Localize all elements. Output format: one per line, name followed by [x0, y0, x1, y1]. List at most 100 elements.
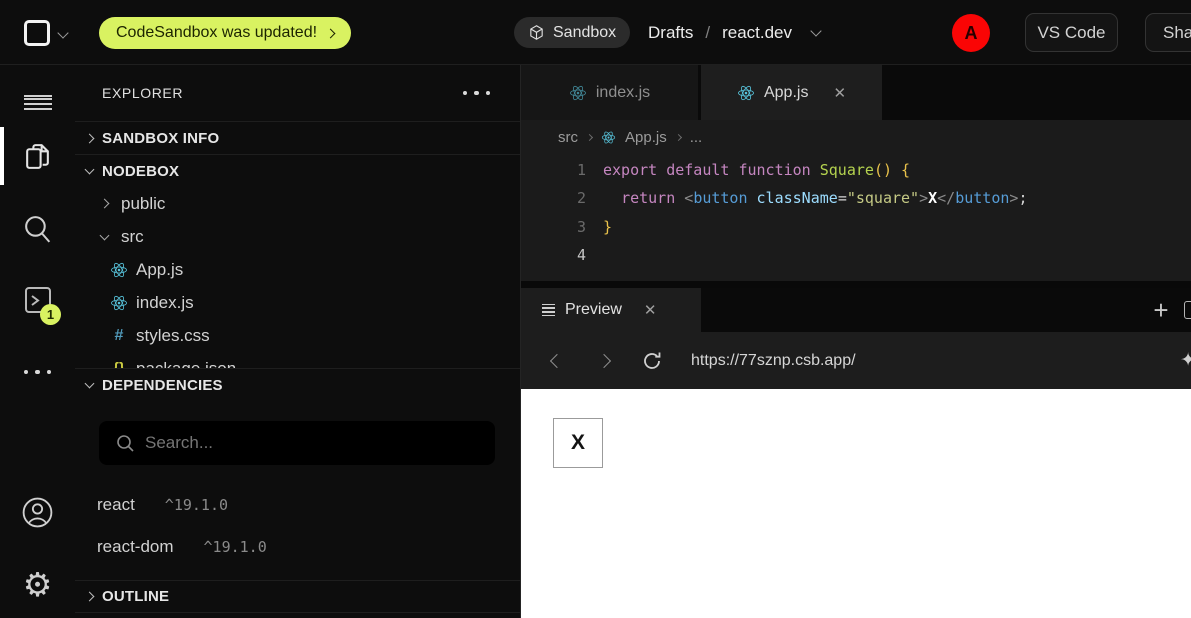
preview-tab[interactable]: Preview ✕ [521, 288, 701, 332]
editor-column: index.js App.js ✕ src App.js ... 1234 ex… [520, 65, 1191, 618]
dependency-search [99, 421, 495, 465]
tree-folder-public[interactable]: public [75, 187, 520, 220]
breadcrumb-file[interactable]: App.js [625, 129, 667, 146]
tree-file-styles-css[interactable]: # styles.css [75, 319, 520, 352]
url-text: https://77sznp.csb.app/ [691, 352, 856, 370]
forward-button[interactable] [589, 332, 619, 389]
account-button[interactable] [0, 488, 75, 536]
activity-bar: 1 ⚙ [0, 65, 75, 618]
section-label: OUTLINE [102, 588, 169, 605]
share-button-label: Sha [1163, 23, 1191, 43]
breadcrumb-folder[interactable]: src [558, 129, 578, 146]
url-field[interactable]: https://77sznp.csb.app/ [691, 332, 856, 389]
update-banner-label: CodeSandbox was updated! [116, 24, 317, 42]
section-label: NODEBOX [102, 163, 179, 180]
chevron-right-icon [326, 29, 336, 39]
file-label: styles.css [136, 326, 210, 346]
chevron-right-icon [597, 353, 611, 367]
code-editor[interactable]: 1234 export default function Square() { … [521, 155, 1191, 281]
preview-square-button[interactable]: X [553, 418, 603, 468]
react-icon [569, 84, 587, 102]
chevron-right-icon [85, 592, 95, 602]
breadcrumb-separator: / [701, 23, 714, 43]
react-icon [601, 130, 616, 145]
ellipsis-icon [24, 370, 52, 375]
breadcrumb: src App.js ... [521, 120, 1191, 155]
preview-content: X [521, 389, 1191, 618]
vs-code-button-label: VS Code [1037, 23, 1105, 43]
hamburger-icon [24, 95, 52, 97]
codesandbox-logo[interactable] [24, 20, 50, 46]
chevron-right-icon [586, 134, 593, 141]
terminal-count-badge: 1 [40, 304, 61, 325]
tree-file-index-js[interactable]: index.js [75, 286, 520, 319]
json-icon: {} [110, 360, 128, 368]
sparkle-icon[interactable]: ✦ [1180, 349, 1191, 372]
panel-divider[interactable] [521, 281, 1191, 288]
section-dependencies[interactable]: DEPENDENCIES [75, 368, 520, 401]
explorer-header: EXPLORER [75, 65, 520, 121]
update-banner[interactable]: CodeSandbox was updated! [99, 17, 351, 49]
section-nodebox[interactable]: NODEBOX [75, 154, 520, 187]
chevron-right-icon [85, 133, 95, 143]
project-folder: Drafts [648, 23, 693, 43]
search-icon [115, 433, 135, 453]
explorer-view-button[interactable] [0, 132, 75, 180]
tab-app-js[interactable]: App.js ✕ [701, 65, 882, 120]
explorer-more-button[interactable] [463, 91, 491, 96]
sandbox-badge-label: Sandbox [553, 24, 616, 42]
react-icon [110, 261, 128, 279]
project-breadcrumb[interactable]: Drafts / react.dev [648, 0, 820, 65]
preview-tab-label: Preview [565, 301, 622, 319]
menu-button[interactable] [0, 72, 75, 120]
tab-label: index.js [596, 84, 650, 102]
chevron-right-icon [675, 134, 682, 141]
package-row-react-dom[interactable]: react-dom ^19.1.0 [97, 531, 267, 563]
tree-file-package-json[interactable]: {} package.json [75, 352, 520, 368]
account-icon [20, 495, 55, 530]
code-lines: export default function Square() { retur… [603, 155, 1027, 281]
avatar-initial: A [965, 23, 978, 44]
chevron-left-icon [550, 353, 564, 367]
logo-menu-chevron-icon[interactable] [57, 27, 68, 38]
chevron-down-icon [85, 165, 95, 175]
refresh-button[interactable] [637, 332, 667, 389]
react-icon [110, 294, 128, 312]
search-icon [21, 213, 54, 246]
avatar[interactable]: A [952, 14, 990, 52]
code-gutter: 1234 [521, 155, 586, 281]
search-view-button[interactable] [0, 205, 75, 253]
share-button[interactable]: Sha [1145, 13, 1191, 52]
breadcrumb-symbol[interactable]: ... [690, 129, 703, 146]
terminal-view-button[interactable] [0, 276, 75, 324]
package-version: ^19.1.0 [165, 496, 228, 514]
section-outline[interactable]: OUTLINE [75, 580, 520, 613]
explorer-title: EXPLORER [102, 85, 183, 101]
tab-index-js[interactable]: index.js [521, 65, 698, 120]
package-name: react [97, 495, 135, 515]
settings-button[interactable]: ⚙ [0, 560, 75, 608]
top-bar: CodeSandbox was updated! Sandbox Drafts … [0, 0, 1191, 65]
package-version: ^19.1.0 [204, 538, 267, 556]
refresh-icon [641, 350, 663, 372]
gear-icon: ⚙ [23, 568, 53, 601]
tree-file-app-js[interactable]: App.js [75, 253, 520, 286]
open-in-new-window-button[interactable] [1184, 301, 1191, 319]
more-views-button[interactable] [0, 348, 75, 396]
vs-code-button[interactable]: VS Code [1025, 13, 1118, 52]
react-icon [737, 84, 755, 102]
section-sandbox-info[interactable]: SANDBOX INFO [75, 121, 520, 154]
preview-tab-bar: Preview ✕ + [521, 288, 1191, 332]
dependency-search-input[interactable] [145, 433, 445, 453]
back-button[interactable] [542, 332, 572, 389]
plus-icon: + [1153, 295, 1168, 326]
add-preview-button[interactable]: + [1139, 288, 1183, 332]
close-icon[interactable]: ✕ [833, 84, 846, 102]
preview-list-icon [542, 302, 555, 319]
folder-label: src [121, 227, 144, 247]
tree-folder-src[interactable]: src [75, 220, 520, 253]
package-row-react[interactable]: react ^19.1.0 [97, 489, 228, 521]
sandbox-badge[interactable]: Sandbox [514, 17, 630, 48]
close-icon[interactable]: ✕ [644, 301, 657, 319]
file-label: package.json [136, 359, 236, 369]
